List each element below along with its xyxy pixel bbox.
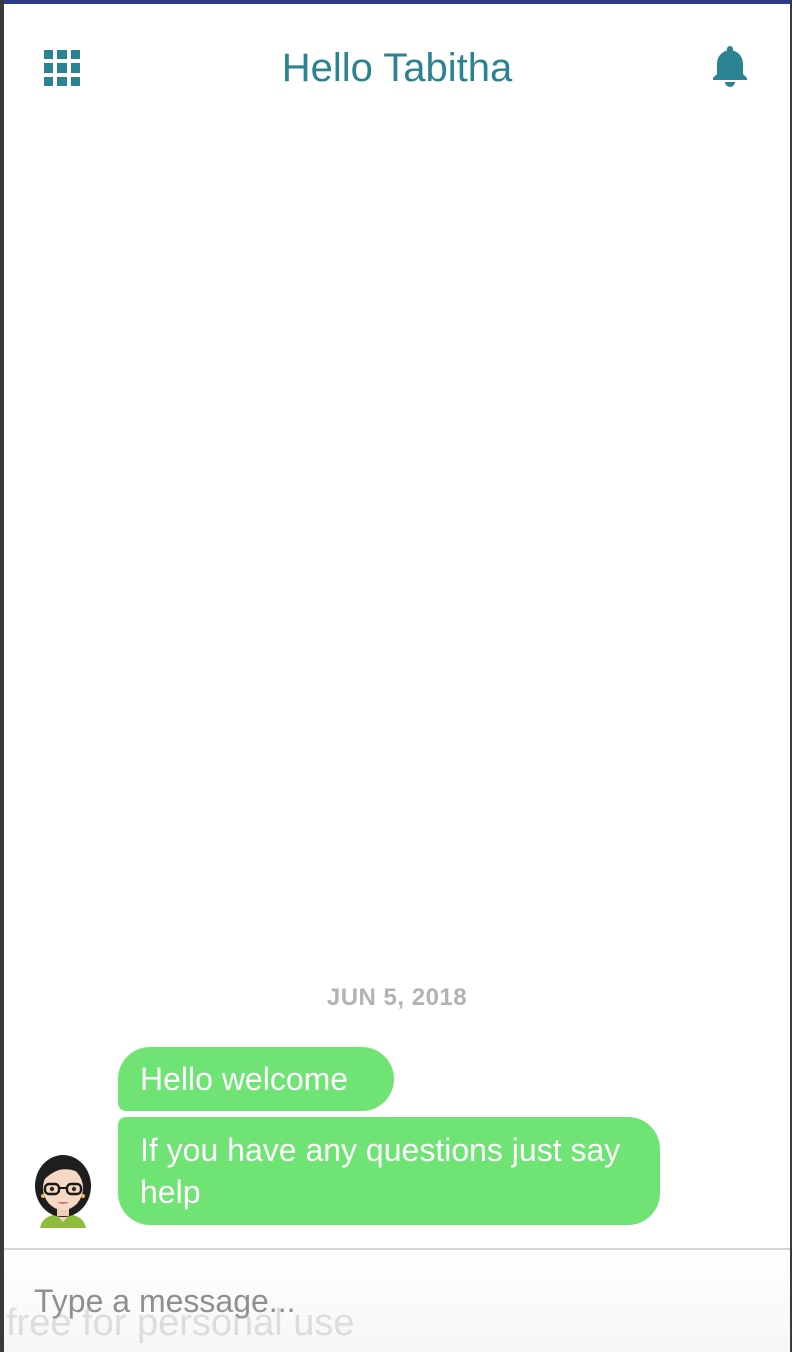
date-divider: JUN 5, 2018 <box>326 984 468 1011</box>
chat-screen: Hello Tabitha JUN 5, 2018 Hello welcome … <box>0 0 792 1352</box>
message-composer <box>4 1248 790 1352</box>
bell-icon[interactable] <box>710 44 750 88</box>
female-avatar-icon <box>30 1150 96 1228</box>
message-input[interactable] <box>34 1276 734 1326</box>
app-header: Hello Tabitha <box>4 4 790 134</box>
chat-bubble: Hello welcome <box>118 1047 394 1111</box>
chat-bubble: If you have any questions just say help <box>118 1117 660 1225</box>
page-title: Hello Tabitha <box>281 46 513 90</box>
